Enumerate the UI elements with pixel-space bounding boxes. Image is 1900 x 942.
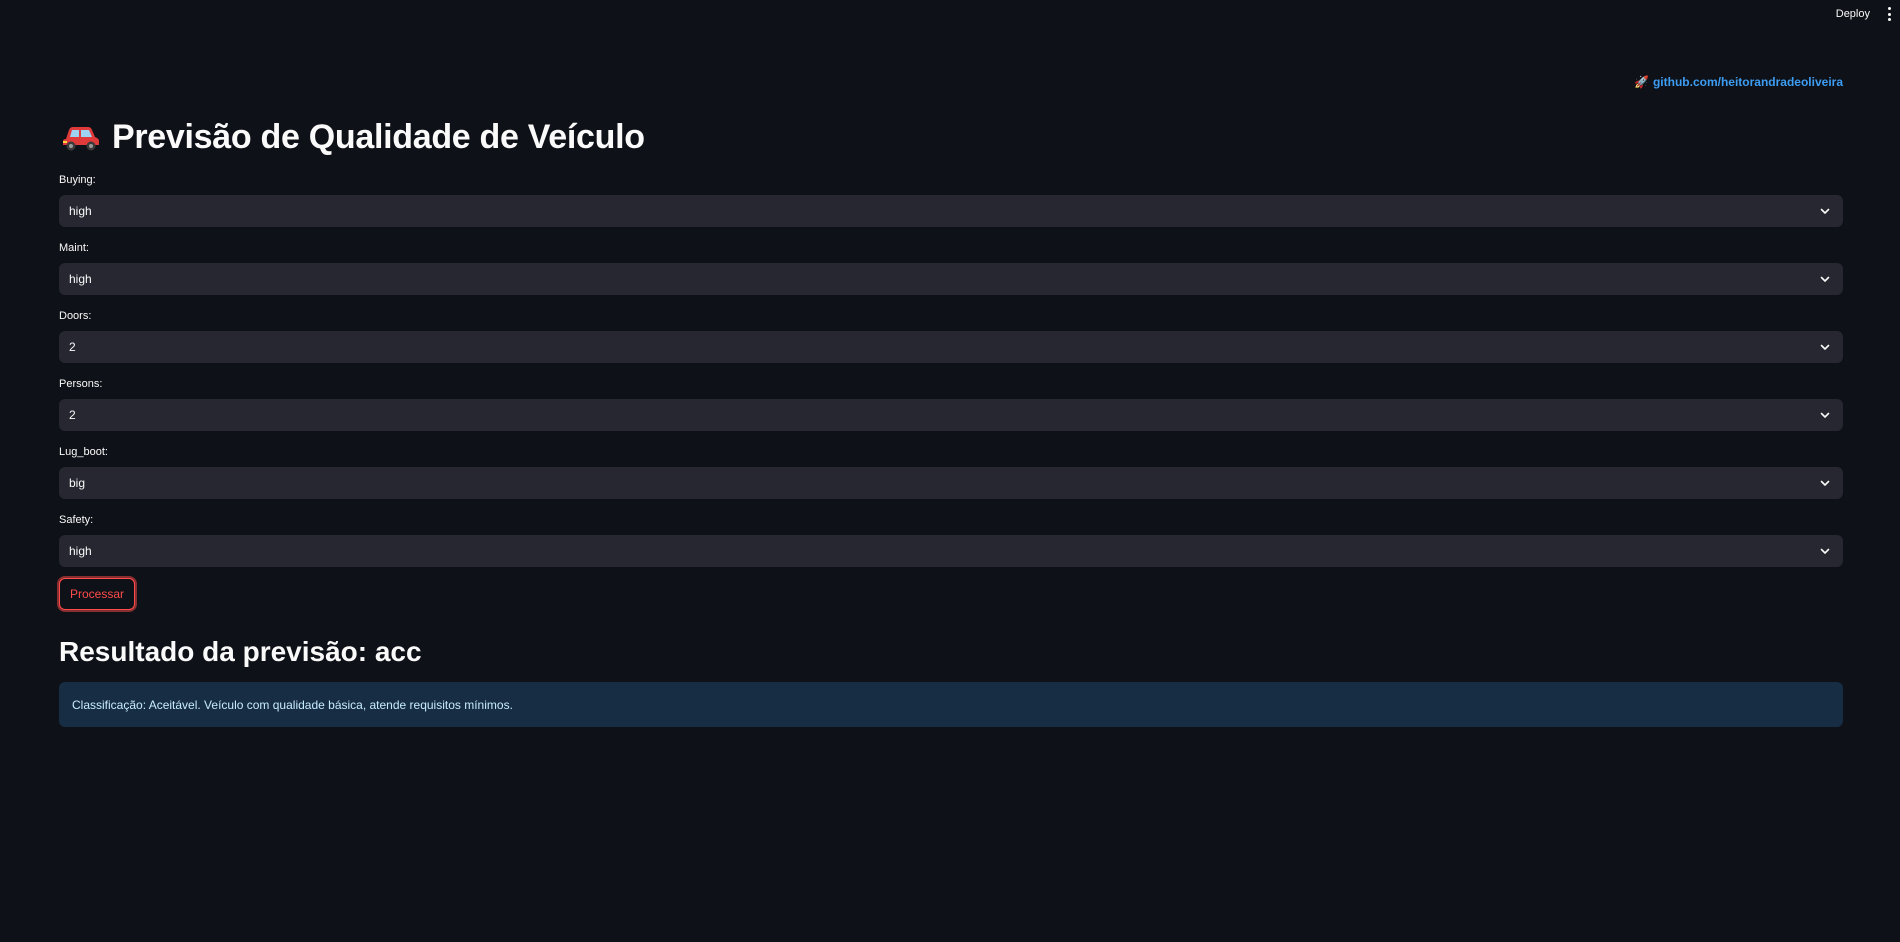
field-lug-boot: Lug_boot: big xyxy=(59,445,1843,499)
chevron-down-icon xyxy=(1820,548,1830,554)
field-label-buying: Buying: xyxy=(59,174,96,186)
field-persons: Persons: 2 xyxy=(59,377,1843,431)
field-safety: Safety: high xyxy=(59,513,1843,567)
page-title: Previsão de Qualidade de Veículo xyxy=(62,114,645,160)
field-buying: Buying: high xyxy=(59,173,1843,227)
chevron-down-icon xyxy=(1820,276,1830,282)
field-label-doors: Doors: xyxy=(59,310,92,322)
top-toolbar: Deploy xyxy=(1836,0,1900,28)
deploy-button[interactable]: Deploy xyxy=(1836,8,1870,20)
car-icon xyxy=(62,122,100,152)
chevron-down-icon xyxy=(1820,480,1830,486)
select-value-persons: 2 xyxy=(69,408,76,422)
select-value-lug-boot: big xyxy=(69,476,86,490)
select-persons[interactable]: 2 xyxy=(59,399,1843,431)
field-label-persons: Persons: xyxy=(59,378,103,390)
select-safety[interactable]: high xyxy=(59,535,1843,567)
github-link[interactable]: github.com/heitorandradeoliveira xyxy=(1653,75,1843,89)
chevron-down-icon xyxy=(1820,412,1830,418)
select-lug-boot[interactable]: big xyxy=(59,467,1843,499)
chevron-down-icon xyxy=(1820,208,1830,214)
rocket-icon: 🚀 xyxy=(1634,75,1649,89)
select-value-buying: high xyxy=(69,204,92,218)
page-title-text: Previsão de Qualidade de Veículo xyxy=(112,118,645,156)
field-label-maint: Maint: xyxy=(59,242,89,254)
select-doors[interactable]: 2 xyxy=(59,331,1843,363)
field-doors: Doors: 2 xyxy=(59,309,1843,363)
select-buying[interactable]: high xyxy=(59,195,1843,227)
select-value-doors: 2 xyxy=(69,340,76,354)
select-value-safety: high xyxy=(69,544,92,558)
field-maint: Maint: high xyxy=(59,241,1843,295)
vertical-ellipsis-icon[interactable] xyxy=(1884,7,1894,21)
select-value-maint: high xyxy=(69,272,92,286)
select-maint[interactable]: high xyxy=(59,263,1843,295)
result-heading: Resultado da previsão: acc xyxy=(59,636,422,667)
field-label-lug-boot: Lug_boot: xyxy=(59,446,108,458)
result-info-text: Classificação: Aceitável. Veículo com qu… xyxy=(72,697,513,712)
field-label-safety: Safety: xyxy=(59,514,94,526)
chevron-down-icon xyxy=(1820,344,1830,350)
process-button[interactable]: Processar xyxy=(59,578,136,610)
github-link-row: 🚀 github.com/heitorandradeoliveira xyxy=(1634,75,1843,89)
result-info-box: Classificação: Aceitável. Veículo com qu… xyxy=(59,682,1843,727)
